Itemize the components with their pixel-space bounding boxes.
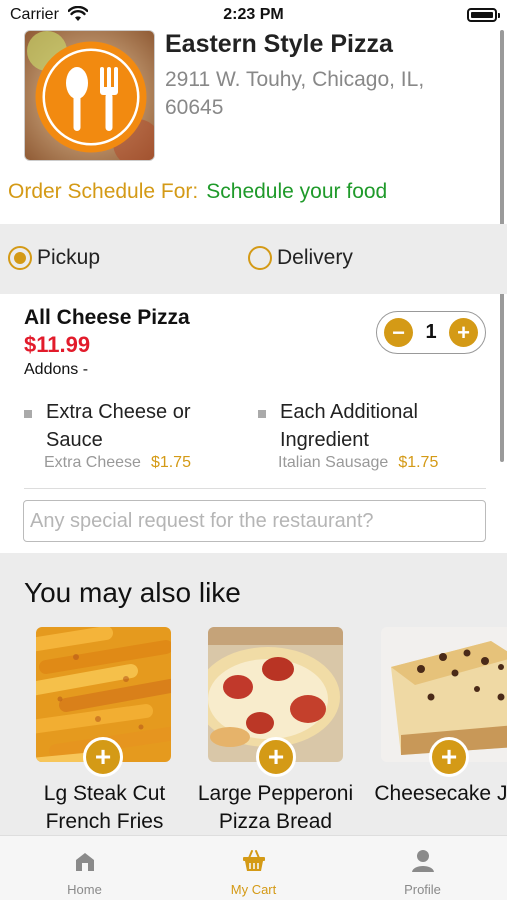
order-schedule[interactable]: Order Schedule For: Schedule your food: [8, 180, 387, 204]
increase-quantity-button[interactable]: +: [449, 318, 478, 347]
decrease-quantity-button[interactable]: −: [384, 318, 413, 347]
addon-option: Italian Sausage $1.75: [278, 454, 438, 472]
restaurant-logo: [24, 30, 155, 161]
tab-label: Profile: [404, 882, 441, 897]
battery-icon: [467, 8, 500, 22]
addon-option: Extra Cheese $1.75: [44, 454, 191, 472]
bullet-icon: [258, 410, 266, 418]
bullet-icon: [24, 410, 32, 418]
suggestion-name: Cheesecake JR: [374, 782, 507, 805]
divider: [24, 488, 486, 489]
addon-price: $1.75: [150, 454, 191, 471]
special-request-input[interactable]: [23, 500, 486, 542]
addons-label: Addons -: [24, 361, 89, 378]
pickup-label: Pickup: [37, 246, 101, 269]
addon-option-name: Italian Sausage: [278, 454, 389, 471]
add-to-cart-button[interactable]: +: [429, 737, 469, 777]
pickup-option[interactable]: Pickup: [8, 246, 100, 270]
order-type-selector: Pickup Delivery: [0, 224, 507, 294]
schedule-value[interactable]: Schedule your food: [206, 180, 387, 203]
addon-name: Each Additional Ingredient: [280, 401, 418, 451]
restaurant-address: 2911 W. Touhy, Chicago, IL, 60645: [165, 68, 425, 119]
home-icon: [72, 848, 98, 874]
suggestions-section: You may also like + Lg Steak Cut French …: [0, 553, 507, 835]
tab-label: My Cart: [230, 882, 277, 897]
status-bar: Carrier 2:23 PM: [0, 0, 507, 30]
tab-label: Home: [67, 882, 102, 897]
schedule-label: Order Schedule For:: [8, 180, 199, 203]
add-to-cart-button[interactable]: +: [83, 737, 123, 777]
suggestion-name: Large Pepperoni Pizza Bread: [197, 782, 354, 833]
quantity-stepper: − 1 +: [376, 311, 486, 354]
cart-item-name: All Cheese Pizza: [24, 306, 190, 329]
add-to-cart-button[interactable]: +: [256, 737, 296, 777]
suggestion-name: Lg Steak Cut French Fries: [43, 782, 166, 833]
delivery-label: Delivery: [277, 246, 353, 269]
suggestions-title: You may also like: [24, 577, 241, 608]
radio-unselected-icon: [248, 246, 272, 270]
tab-bar: Home My Cart Profile: [0, 835, 507, 900]
addon-name: Extra Cheese or Sauce: [46, 401, 191, 451]
basket-icon: [241, 848, 267, 874]
tab-my-cart[interactable]: My Cart: [169, 836, 338, 900]
clock: 2:23 PM: [223, 6, 284, 23]
cart-item-price: $11.99: [24, 332, 91, 357]
person-icon: [410, 848, 436, 874]
quantity-value: 1: [425, 321, 437, 343]
delivery-option[interactable]: Delivery: [248, 246, 353, 270]
tab-home[interactable]: Home: [0, 836, 169, 900]
tab-profile[interactable]: Profile: [338, 836, 507, 900]
addon-option-name: Extra Cheese: [44, 454, 141, 471]
restaurant-name: Eastern Style Pizza: [165, 30, 393, 58]
radio-selected-icon: [8, 246, 32, 270]
addon-price: $1.75: [398, 454, 439, 471]
